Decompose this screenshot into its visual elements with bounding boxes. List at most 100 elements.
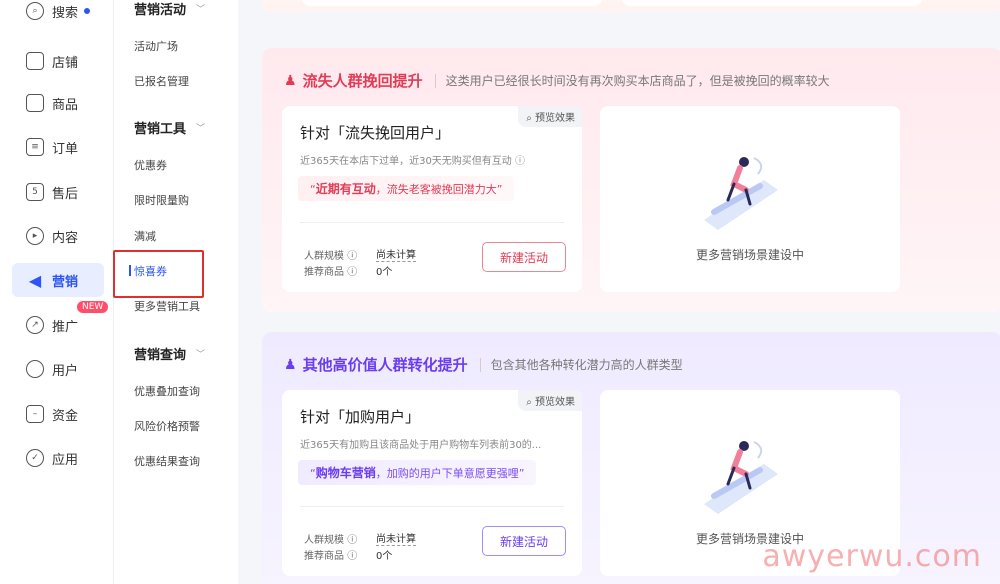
nav-item-product[interactable]: 商品: [12, 86, 104, 120]
skateboarder-illustration: [704, 441, 778, 514]
preview-label: 预览效果: [535, 113, 575, 124]
wallet-icon: –: [26, 405, 44, 423]
highlight-box: [113, 250, 204, 298]
nav-item-promote[interactable]: ↗ 推广 NEW: [12, 300, 110, 342]
recommend-label: 推荐商品: [304, 551, 344, 562]
product-icon: [26, 94, 44, 112]
recommend-row: 推荐商品 ⓘ 0个: [304, 547, 392, 562]
new-activity-button[interactable]: 新建活动: [482, 526, 566, 556]
tag-rest: ，流失老客被挽回潜力大: [375, 183, 497, 196]
submenu-group-tools[interactable]: 营销工具 ﹀: [134, 118, 205, 137]
section-header: ♟ 其他高价值人群转化提升 包含其他各种转化潜力高的人群类型: [284, 354, 683, 375]
content-icon: ▸: [26, 227, 44, 245]
scale-value: 尚未计算: [376, 530, 416, 546]
apps-icon: ✓: [26, 449, 44, 467]
recommend-row: 推荐商品 ⓘ 0个: [304, 263, 392, 278]
section-desc: 这类用户已经很长时间没有再次购买本店商品了，但是被挽回的概率较大: [445, 74, 830, 88]
nav-item-label: 营销: [52, 274, 79, 290]
tag-strong: 近期有互动: [315, 182, 376, 196]
card-title: 针对「流失挽回用户」: [300, 124, 451, 142]
tag-rest: ，加购的用户下单意愿更强哩: [375, 467, 519, 480]
more-scenarios-text: 更多营销场景建设中: [695, 248, 804, 262]
main-nav: ⌕ 搜索 店铺 商品 ≡ 订单 5 售后 ▸ 内容 ◀ 营销 ↗ 推广 NEW …: [0, 0, 114, 584]
card-edge: [302, 0, 602, 6]
submenu-group-query[interactable]: 营销查询 ﹀: [134, 344, 205, 363]
tag-strong: 购物车营销: [315, 466, 376, 480]
chevron-down-icon: ﹀: [196, 350, 206, 360]
submenu-item-activity-square[interactable]: 活动广场: [134, 38, 178, 54]
megaphone-icon: ◀: [28, 270, 42, 290]
card-subtitle: 近365天在本店下过单，近30天无购买但有互动 ⓘ: [300, 156, 525, 167]
nav-item-apps[interactable]: ✓ 应用: [12, 441, 104, 475]
nav-item-funds[interactable]: – 资金: [12, 397, 104, 431]
nav-item-store[interactable]: 店铺: [12, 44, 104, 78]
scale-label: 人群规模: [304, 534, 344, 546]
recommend-value: 0个: [376, 267, 393, 278]
nav-item-order[interactable]: ≡ 订单: [12, 130, 104, 164]
skateboarder-illustration: [704, 157, 778, 230]
nav-item-content[interactable]: ▸ 内容: [12, 219, 104, 253]
submenu-item-flash-sale[interactable]: 限时限量购: [134, 192, 189, 208]
nav-item-user[interactable]: 用户: [12, 352, 104, 386]
submenu-item-result-query[interactable]: 优惠结果查询: [134, 453, 200, 469]
submenu-group-title: 营销活动: [134, 3, 187, 18]
nav-item-label: 内容: [52, 230, 79, 246]
nav-item-label: 订单: [52, 141, 79, 157]
section-header: ♟ 流失人群挽回提升 这类用户已经很长时间没有再次购买本店商品了，但是被挽回的概…: [284, 70, 830, 91]
people-icon: ♟: [284, 356, 297, 373]
submenu-item-stack-query[interactable]: 优惠叠加查询: [134, 383, 200, 399]
submenu-item-price-warning[interactable]: 风险价格预警: [134, 418, 200, 434]
chevron-down-icon: ﹀: [196, 5, 206, 15]
user-icon: [26, 360, 44, 378]
new-badge: NEW: [76, 300, 110, 314]
watermark: awyerwu.com: [762, 539, 982, 574]
nav-item-search[interactable]: ⌕ 搜索: [12, 0, 104, 28]
submenu-item-registered[interactable]: 已报名管理: [134, 73, 189, 89]
card-edge: [622, 0, 922, 6]
divider: [300, 506, 564, 507]
search-icon: ⌕: [26, 2, 44, 20]
order-icon: ≡: [26, 138, 44, 156]
chevron-down-icon: ﹀: [196, 124, 206, 134]
card-title: 针对「加购用户」: [300, 408, 421, 426]
recommend-label: 推荐商品: [304, 267, 344, 278]
recommend-value: 0个: [376, 551, 393, 562]
nav-item-marketing[interactable]: ◀ 营销: [12, 263, 104, 297]
nav-item-label: 应用: [52, 452, 79, 468]
nav-item-label: 用户: [52, 363, 79, 379]
main-content: ♟ 流失人群挽回提升 这类用户已经很长时间没有再次购买本店商品了，但是被挽回的概…: [240, 0, 1000, 584]
nav-item-label: 商品: [52, 97, 79, 113]
section-desc: 包含其他各种转化潜力高的人群类型: [490, 358, 683, 372]
highlight-tag: “购物车营销，加购的用户下单意愿更强哩”: [298, 460, 537, 485]
nav-item-aftersale[interactable]: 5 售后: [12, 175, 104, 209]
divider: [434, 73, 436, 88]
section-title: 其他高价值人群转化提升: [302, 356, 468, 374]
section-title: 流失人群挽回提升: [302, 72, 423, 90]
audience-card: ⌕ 预览效果 针对「流失挽回用户」 近365天在本店下过单，近30天无购买但有互…: [282, 106, 582, 292]
promote-icon: ↗: [26, 316, 44, 334]
preview-button[interactable]: ⌕ 预览效果: [518, 106, 582, 127]
submenu-item-coupon[interactable]: 优惠券: [134, 157, 167, 173]
submenu-group-activities[interactable]: 营销活动 ﹀: [134, 0, 205, 18]
card-subtitle: 近365天有加购且该商品处于用户购物车列表前30的...: [300, 440, 542, 451]
nav-item-label: 售后: [52, 186, 79, 202]
scale-value: 尚未计算: [376, 246, 416, 262]
preview-label: 预览效果: [535, 397, 575, 408]
info-icon: ⓘ: [347, 267, 358, 278]
info-icon: ⓘ: [347, 250, 358, 262]
nav-item-label: 搜索: [52, 5, 79, 21]
nav-item-label: 资金: [52, 408, 79, 424]
preview-button[interactable]: ⌕ 预览效果: [518, 390, 582, 411]
scale-label: 人群规模: [304, 250, 344, 262]
new-activity-button[interactable]: 新建活动: [482, 242, 566, 272]
info-icon: ⓘ: [347, 551, 358, 562]
nav-item-label: 店铺: [52, 55, 79, 71]
highlight-tag: “近期有互动，流失老客被挽回潜力大”: [298, 176, 515, 201]
divider: [479, 357, 481, 372]
submenu-item-discount[interactable]: 满减: [134, 228, 156, 244]
submenu-group-title: 营销查询: [134, 348, 187, 363]
scale-row: 人群规模 ⓘ 尚未计算: [304, 246, 416, 262]
aftersale-icon: 5: [26, 183, 44, 201]
submenu-item-more-tools[interactable]: 更多营销工具: [134, 298, 200, 314]
more-scenarios-card: 更多营销场景建设中: [600, 106, 900, 292]
